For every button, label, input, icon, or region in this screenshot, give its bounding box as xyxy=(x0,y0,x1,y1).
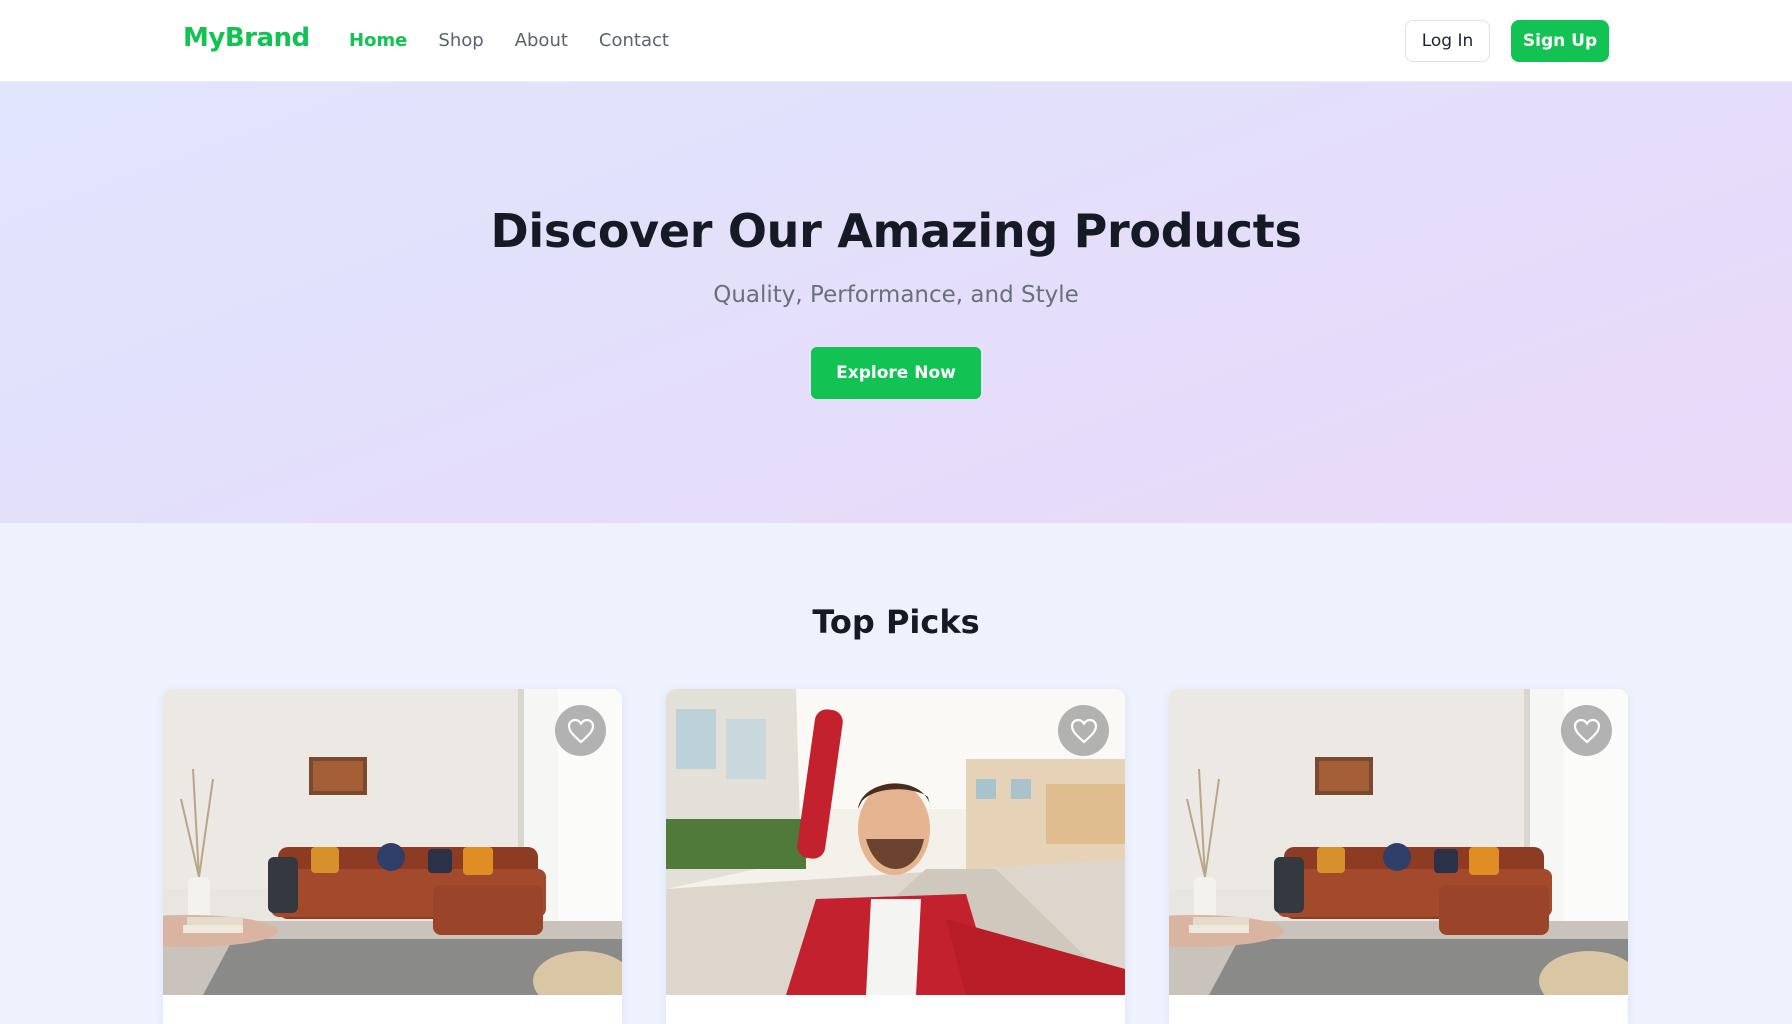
favorite-button[interactable] xyxy=(1561,705,1612,756)
favorite-button[interactable] xyxy=(1058,705,1109,756)
top-navbar: MyBrand Home Shop About Contact Log In S… xyxy=(0,0,1792,82)
heart-icon xyxy=(1573,718,1600,743)
heart-icon xyxy=(567,718,594,743)
product-card[interactable] xyxy=(1169,689,1628,1024)
nav-link-contact[interactable]: Contact xyxy=(599,30,669,51)
explore-now-button[interactable]: Explore Now xyxy=(811,347,981,399)
main-nav: Home Shop About Contact xyxy=(349,30,700,51)
product-card[interactable] xyxy=(163,689,622,1024)
smiling-man-selfie-photo[interactable] xyxy=(666,689,1125,995)
nav-link-shop[interactable]: Shop xyxy=(438,30,483,51)
living-room-sofa-photo[interactable] xyxy=(163,689,622,995)
login-button[interactable]: Log In xyxy=(1405,20,1490,62)
top-picks-title: Top Picks xyxy=(812,603,980,641)
product-card[interactable] xyxy=(666,689,1125,1024)
card-body xyxy=(163,995,622,1024)
nav-link-home[interactable]: Home xyxy=(349,30,407,51)
card-body xyxy=(1169,995,1628,1024)
card-body xyxy=(666,995,1125,1024)
hero-subtitle: Quality, Performance, and Style xyxy=(713,282,1079,308)
hero-banner: Discover Our Amazing Products Quality, P… xyxy=(0,82,1792,523)
heart-icon xyxy=(1070,718,1097,743)
signup-button[interactable]: Sign Up xyxy=(1511,20,1609,62)
hero-title: Discover Our Amazing Products xyxy=(490,204,1302,258)
brand-logo[interactable]: MyBrand xyxy=(183,23,310,53)
living-room-sofa-photo[interactable] xyxy=(1169,689,1628,995)
nav-link-about[interactable]: About xyxy=(515,30,568,51)
favorite-button[interactable] xyxy=(555,705,606,756)
